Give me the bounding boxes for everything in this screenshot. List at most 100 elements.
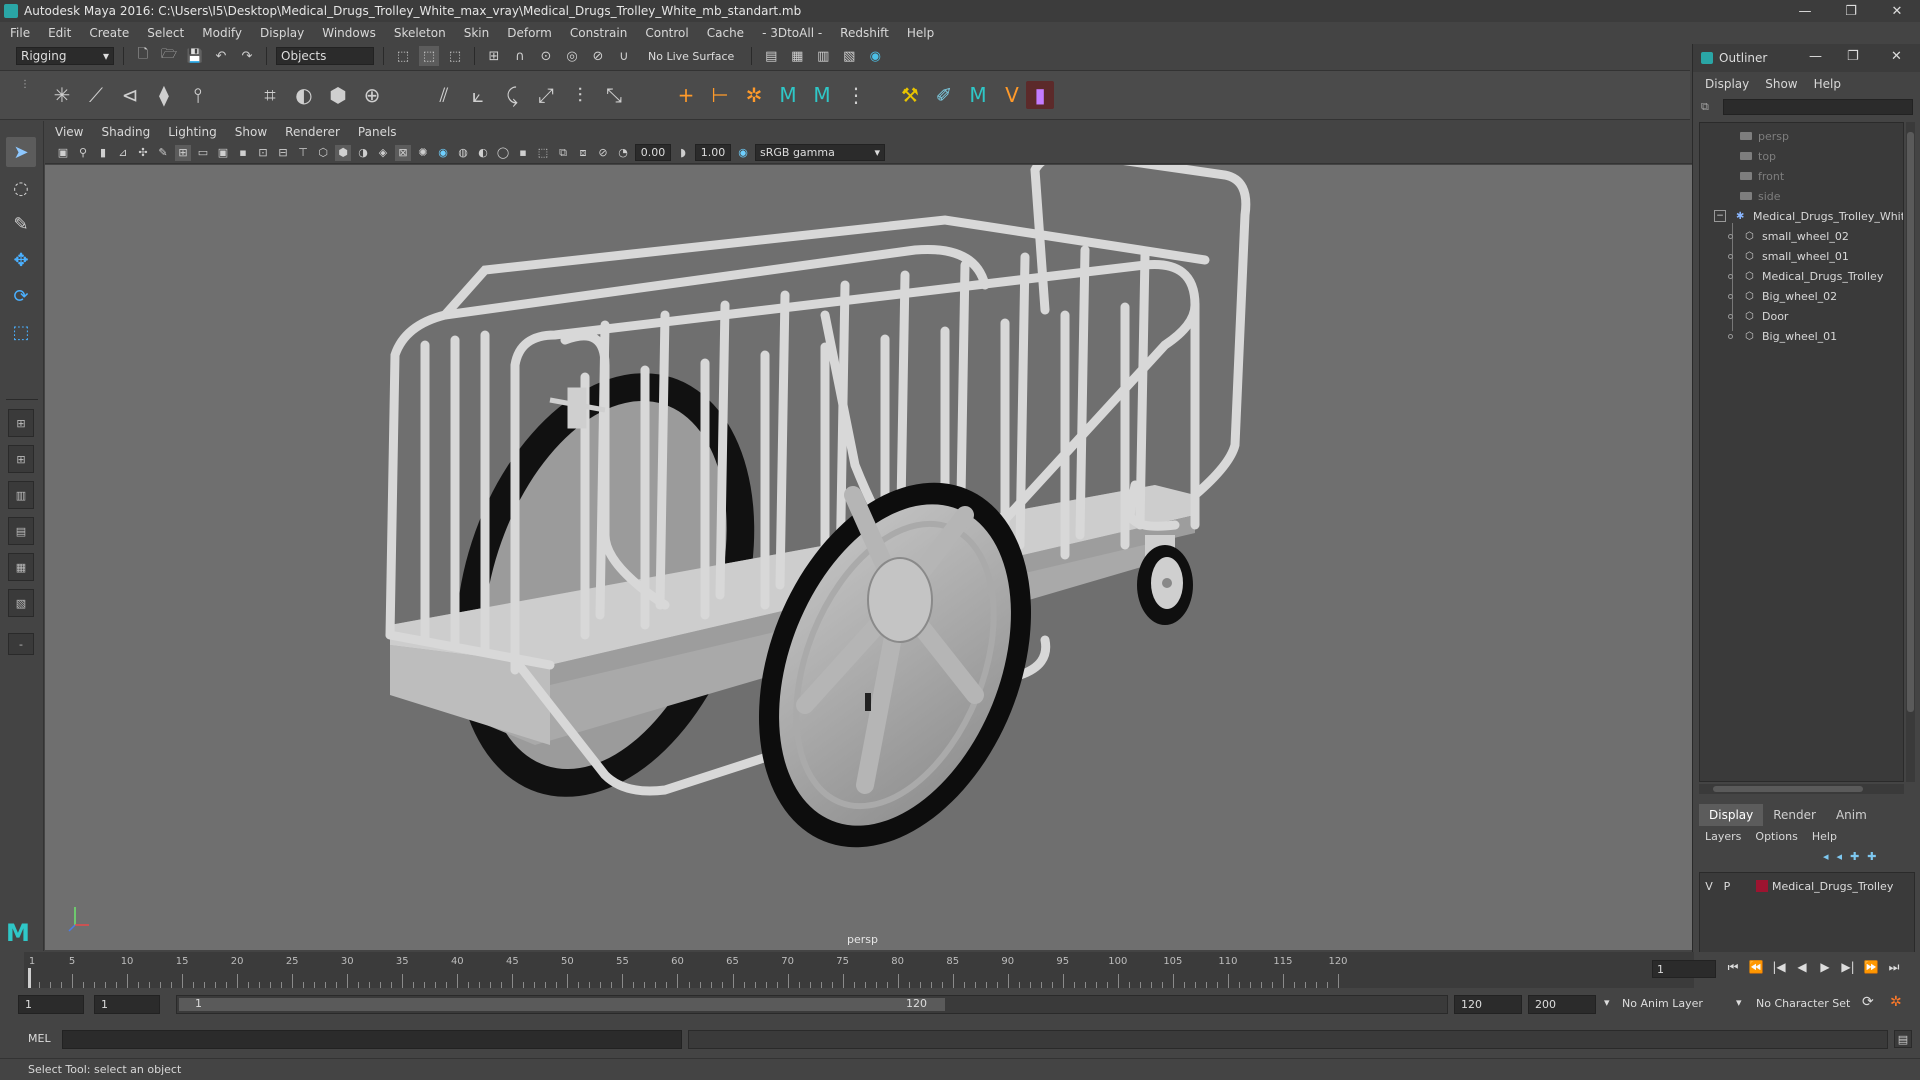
undo-icon[interactable]: ↶: [211, 46, 231, 66]
chevron-down-icon[interactable]: ▾: [1736, 996, 1742, 1009]
isolate-select-icon[interactable]: ⬚: [535, 145, 551, 161]
view-transform-dropdown[interactable]: sRGB gamma ▾: [755, 144, 885, 161]
minimize-button[interactable]: —: [1809, 49, 1822, 64]
selection-mode-dropdown[interactable]: Objects: [276, 47, 374, 65]
exposure-field[interactable]: 0.00: [635, 144, 671, 161]
lights-icon[interactable]: ◍: [455, 145, 471, 161]
bind-skin-icon[interactable]: ⌗: [256, 81, 284, 109]
outliner-menu-help[interactable]: Help: [1814, 77, 1841, 91]
mel-label[interactable]: MEL: [28, 1032, 51, 1045]
panel-menu-show[interactable]: Show: [235, 125, 267, 139]
color-management-icon[interactable]: ◉: [735, 145, 751, 161]
insert-joint-icon[interactable]: ⧫: [150, 81, 178, 109]
select-tool-icon[interactable]: ➤: [6, 137, 36, 167]
tree-item-small-wheel-02[interactable]: ⬡ small_wheel_02: [1728, 227, 1849, 245]
snap-curve-icon[interactable]: ∩: [510, 46, 530, 66]
wireframe-icon[interactable]: ⬡: [315, 145, 331, 161]
ipr-render-icon[interactable]: ▥: [813, 46, 833, 66]
hud-icon[interactable]: ⧉: [555, 145, 571, 161]
smooth-shade-icon[interactable]: ⬢: [335, 144, 351, 161]
bookmark-icon[interactable]: ▮: [95, 145, 111, 161]
scale-constraint-icon[interactable]: ⤢: [532, 81, 560, 109]
pole-vector-icon[interactable]: ⤡: [600, 81, 628, 109]
make-live-icon[interactable]: ⊘: [588, 46, 608, 66]
image-plane-icon[interactable]: ⊿: [115, 145, 131, 161]
menu-file[interactable]: File: [10, 26, 30, 40]
scale-tool-icon[interactable]: ⬚: [6, 317, 36, 347]
shelf-options-icon[interactable]: ⋮: [20, 79, 30, 111]
tab-anim[interactable]: Anim: [1826, 804, 1877, 826]
layer-menu-help[interactable]: Help: [1812, 830, 1837, 843]
playback-start-field[interactable]: 1: [94, 995, 160, 1014]
anim-layer-dropdown[interactable]: No Anim Layer: [1622, 997, 1703, 1010]
menu-windows[interactable]: Windows: [322, 26, 376, 40]
hypershade-icon[interactable]: ◉: [865, 46, 885, 66]
step-back-frame-button[interactable]: |◀: [1770, 960, 1788, 975]
snap-point-icon[interactable]: ⊙: [536, 46, 556, 66]
anti-aliasing-icon[interactable]: ▪: [515, 145, 531, 161]
step-forward-frame-button[interactable]: ▶|: [1839, 960, 1857, 975]
tab-render[interactable]: Render: [1763, 804, 1826, 826]
new-layer-selected-icon[interactable]: ✚: [1867, 850, 1876, 863]
current-frame-field[interactable]: 1: [1652, 960, 1716, 978]
minimize-button[interactable]: —: [1782, 0, 1828, 22]
resolution-gate-icon[interactable]: ▣: [215, 145, 231, 161]
outliner-vertical-scrollbar[interactable]: [1906, 122, 1915, 782]
layer-menu-options[interactable]: Options: [1755, 830, 1797, 843]
skeleton-icon[interactable]: ✲: [740, 81, 768, 109]
panel-menu-lighting[interactable]: Lighting: [168, 125, 217, 139]
filter-icon[interactable]: ⧉: [1701, 100, 1715, 114]
tree-item-front[interactable]: front: [1740, 167, 1784, 185]
outliner-search-input[interactable]: [1723, 99, 1913, 115]
textured-icon[interactable]: ◉: [435, 145, 451, 161]
current-time-marker[interactable]: [28, 968, 31, 988]
range-slider-track[interactable]: 1 120: [176, 995, 1448, 1014]
outliner-horizontal-scrollbar[interactable]: [1699, 784, 1904, 794]
panel-menu-panels[interactable]: Panels: [358, 125, 397, 139]
scrollbar-thumb[interactable]: [1907, 132, 1914, 712]
mirror-joint-icon[interactable]: ⫯: [184, 81, 212, 109]
time-slider[interactable]: 1 5 10 15 20 25 30 35 40 45 50 55 60 65 70 75 80 85 90 95 10…: [0, 952, 1920, 988]
point-constraint-icon[interactable]: ⫽: [430, 81, 458, 109]
menu-skin[interactable]: Skin: [464, 26, 490, 40]
tree-item-big-wheel-02[interactable]: ⬡ Big_wheel_02: [1728, 287, 1837, 305]
paint-weights-icon[interactable]: ◐: [290, 81, 318, 109]
close-button[interactable]: ✕: [1874, 0, 1920, 22]
step-back-key-button[interactable]: ⏪: [1747, 960, 1765, 975]
xray-icon[interactable]: ⊠: [395, 144, 411, 161]
single-pane-layout-icon[interactable]: ⊞: [8, 409, 34, 437]
tree-item-small-wheel-01[interactable]: ⬡ small_wheel_01: [1728, 247, 1849, 265]
four-pane-layout-icon[interactable]: ⊞: [8, 445, 34, 473]
tree-item-big-wheel-01[interactable]: ⬡ Big_wheel_01: [1728, 327, 1837, 345]
persp-outliner-layout-icon[interactable]: ▦: [8, 553, 34, 581]
safe-title-icon[interactable]: ⊤: [295, 145, 311, 161]
grease-pencil-icon[interactable]: ✎: [155, 145, 171, 161]
menu-skeleton[interactable]: Skeleton: [394, 26, 446, 40]
trolley-model[interactable]: [45, 165, 1693, 950]
locator-icon[interactable]: +: [672, 81, 700, 109]
go-to-end-button[interactable]: ⏭: [1885, 960, 1903, 975]
grid-icon[interactable]: ⊞: [175, 144, 191, 161]
tree-item-group[interactable]: − ✱ Medical_Drugs_Trolley_White: [1714, 207, 1903, 225]
wireframe-on-shaded-icon[interactable]: ◈: [375, 145, 391, 161]
menu-create[interactable]: Create: [89, 26, 129, 40]
maximize-button[interactable]: ❐: [1828, 0, 1874, 22]
ik-handle-icon[interactable]: ⟋: [82, 81, 110, 109]
lasso-tool-icon[interactable]: ◌: [6, 173, 36, 203]
panel-menu-renderer[interactable]: Renderer: [285, 125, 340, 139]
close-button[interactable]: ✕: [1891, 49, 1902, 64]
hik-icon[interactable]: M: [808, 81, 836, 109]
ambient-occlusion-icon[interactable]: ◯: [495, 145, 511, 161]
select-by-component-icon[interactable]: ⬚: [445, 46, 465, 66]
chevron-down-icon[interactable]: ▾: [1604, 996, 1610, 1009]
gamma-field[interactable]: 1.00: [695, 144, 731, 161]
paint-select-icon[interactable]: ✎: [6, 209, 36, 239]
playback-end-field[interactable]: 120: [1454, 995, 1522, 1014]
cluster-icon[interactable]: ⊕: [358, 81, 386, 109]
safe-action-icon[interactable]: ⊟: [275, 145, 291, 161]
menu-help[interactable]: Help: [907, 26, 934, 40]
layer-visibility-toggle[interactable]: V: [1700, 880, 1718, 893]
layer-row[interactable]: V P Medical_Drugs_Trolley: [1700, 877, 1914, 895]
use-default-material-icon[interactable]: ◑: [355, 145, 371, 161]
maya-m-icon[interactable]: M: [774, 81, 802, 109]
